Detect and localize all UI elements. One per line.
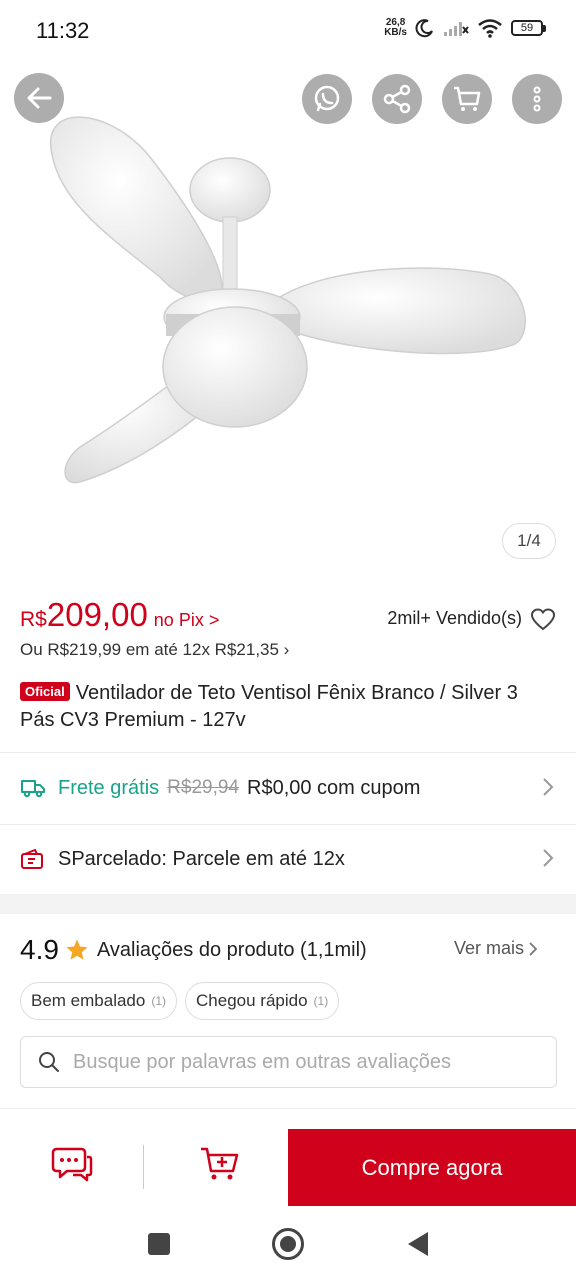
review-chip-count: (1) [151,994,167,1008]
add-to-cart-button[interactable] [188,1143,252,1187]
heart-icon[interactable] [530,608,556,632]
battery-icon: 59 [511,20,546,36]
wallet-icon [21,848,43,869]
buy-now-button[interactable]: Compre agora [288,1129,576,1207]
cart-button[interactable] [442,74,492,124]
system-nav-bar [0,1206,576,1280]
pix-link[interactable]: no Pix > [154,610,220,631]
installment-link[interactable]: Ou R$219,99 em até 12x R$21,35 › [20,640,289,660]
shipping-row[interactable]: Frete grátis R$29,94 R$0,00 com cupom [0,753,576,823]
shipping-old-price: R$29,94 [167,777,239,798]
see-more-reviews-link[interactable]: Ver mais [454,938,538,959]
see-more-label: Ver mais [453,938,524,958]
chat-icon [51,1147,93,1182]
review-chip-label: Bem embalado [31,991,146,1010]
price-row: R$ 209,00 no Pix > 2mil+ Vendido(s) [20,596,556,636]
system-back-button[interactable] [408,1232,428,1256]
cart-icon [454,86,481,111]
review-chip[interactable]: Chegou rápido (1) [185,982,340,1020]
official-badge: Oficial [20,682,70,701]
share-icon [383,84,411,114]
search-icon [39,1052,59,1072]
reviews-header: 4.9 Avaliações do produto (1,1mil) Ver m… [20,930,556,970]
battery-level: 59 [511,20,543,36]
bottom-action-bar: Compre agora [0,1108,576,1207]
whatsapp-share-button[interactable] [302,74,352,124]
chevron-right-icon [543,778,554,796]
back-button[interactable] [14,73,64,123]
network-speed: 26,8 KB/s [384,18,407,38]
price-value: 209,00 [46,596,148,633]
sold-count: 2mil+ Vendido(s) [387,608,522,628]
moon-icon [415,19,433,38]
rating-score: 4.9 [20,934,59,965]
status-bar: 11:32 26,8 KB/s 59 [0,0,576,62]
more-vertical-icon [533,86,541,112]
network-speed-unit: KB/s [384,27,407,38]
chat-button[interactable] [40,1143,104,1187]
bar-separator [143,1145,144,1189]
shipping-coupon-text: R$0,00 com cupom [247,776,421,799]
chevron-right-icon [529,941,538,956]
chevron-right-icon [543,849,554,867]
reviews-title: Avaliações do produto (1,1mil) [96,938,367,961]
recent-apps-button[interactable] [148,1233,170,1255]
share-button[interactable] [372,74,422,124]
price-currency: R$ [20,608,47,631]
add-to-cart-icon [201,1147,239,1180]
installments-label: SParcelado: Parcele em até 12x [58,847,345,870]
product-title-block: Oficial Ventilador de Teto Ventisol Fênix… [20,680,550,734]
product-image [49,116,526,484]
star-icon [66,939,88,960]
review-search-placeholder: Busque por palavras em outras avaliações [73,1050,451,1073]
more-options-button[interactable] [512,74,562,124]
signal-icon [444,22,469,36]
review-chip-label: Chegou rápido [196,991,308,1010]
product-title: Ventilador de Teto Ventisol Fênix Branco… [20,682,518,731]
review-tag-chips: Bem embalado (1) Chegou rápido (1) [20,982,340,1020]
free-shipping-label: Frete grátis [58,776,160,799]
product-image-gallery[interactable]: 1/4 [0,62,576,582]
whatsapp-icon [314,85,340,112]
home-button[interactable] [272,1228,304,1260]
wifi-icon [478,19,502,38]
section-separator [0,894,576,914]
back-arrow-icon [27,87,52,109]
review-search-input[interactable]: Busque por palavras em outras avaliações [20,1036,557,1088]
review-chip-count: (1) [313,994,329,1008]
status-time: 11:32 [36,18,90,43]
status-icons: 26,8 KB/s 59 [384,18,546,38]
review-chip[interactable]: Bem embalado (1) [20,982,178,1020]
image-counter: 1/4 [502,523,556,559]
installments-row[interactable]: SParcelado: Parcele em até 12x [0,824,576,894]
truck-icon [21,780,45,798]
